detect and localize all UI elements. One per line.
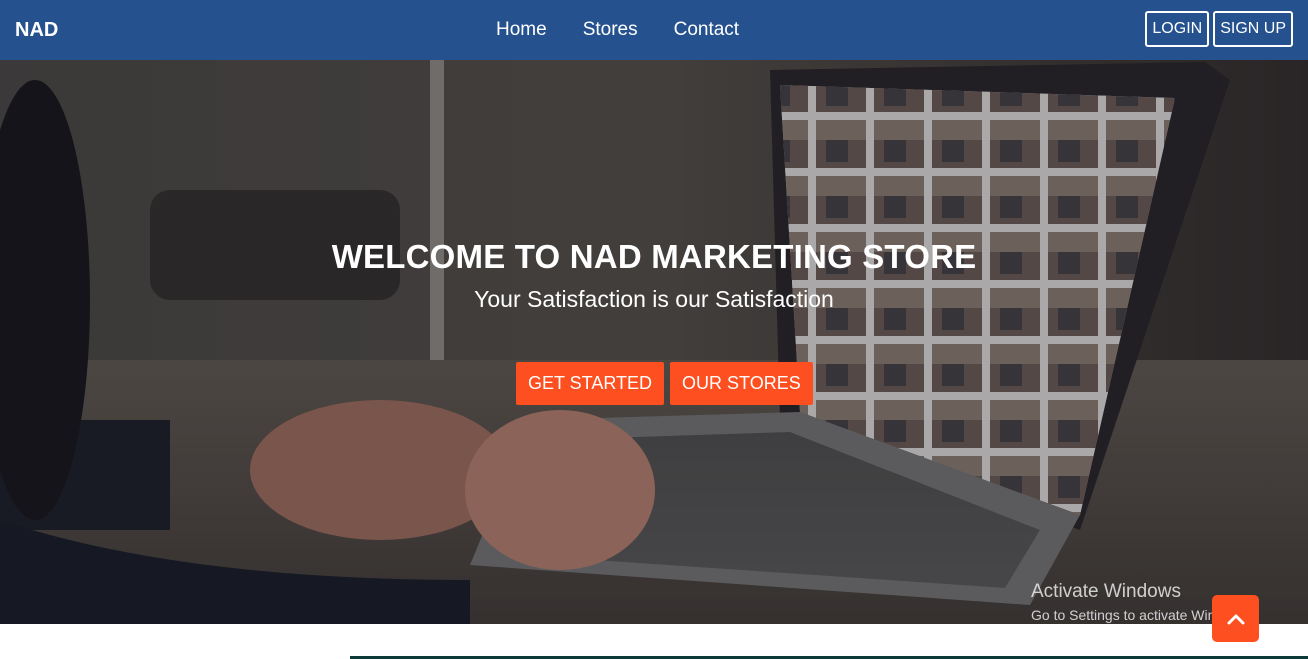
- hero-actions: GET STARTED OUR STORES: [516, 362, 813, 405]
- nav-link-contact[interactable]: Contact: [656, 0, 757, 60]
- chevron-up-icon: [1227, 614, 1244, 624]
- page-content-start: [0, 624, 1308, 659]
- brand-logo[interactable]: NAD: [15, 0, 58, 60]
- back-to-top-button[interactable]: [1212, 595, 1259, 642]
- hero-title: WELCOME TO NAD MARKETING STORE: [331, 238, 977, 275]
- login-button[interactable]: LOGIN: [1145, 11, 1210, 47]
- signup-button[interactable]: SIGN UP: [1213, 11, 1293, 47]
- get-started-button[interactable]: GET STARTED: [516, 362, 665, 405]
- navbar: NAD Home Stores Contact LOGIN SIGN UP: [0, 0, 1308, 60]
- auth-buttons: LOGIN SIGN UP: [1145, 11, 1293, 47]
- our-stores-button[interactable]: OUR STORES: [670, 362, 813, 405]
- main-nav: Home Stores Contact: [478, 0, 757, 60]
- hero-overlay: [0, 60, 1308, 624]
- nav-link-stores[interactable]: Stores: [565, 0, 656, 60]
- hero-section: WELCOME TO NAD MARKETING STORE Your Sati…: [0, 60, 1308, 624]
- hero-subtitle: Your Satisfaction is our Satisfaction: [474, 286, 834, 312]
- nav-link-home[interactable]: Home: [478, 0, 565, 60]
